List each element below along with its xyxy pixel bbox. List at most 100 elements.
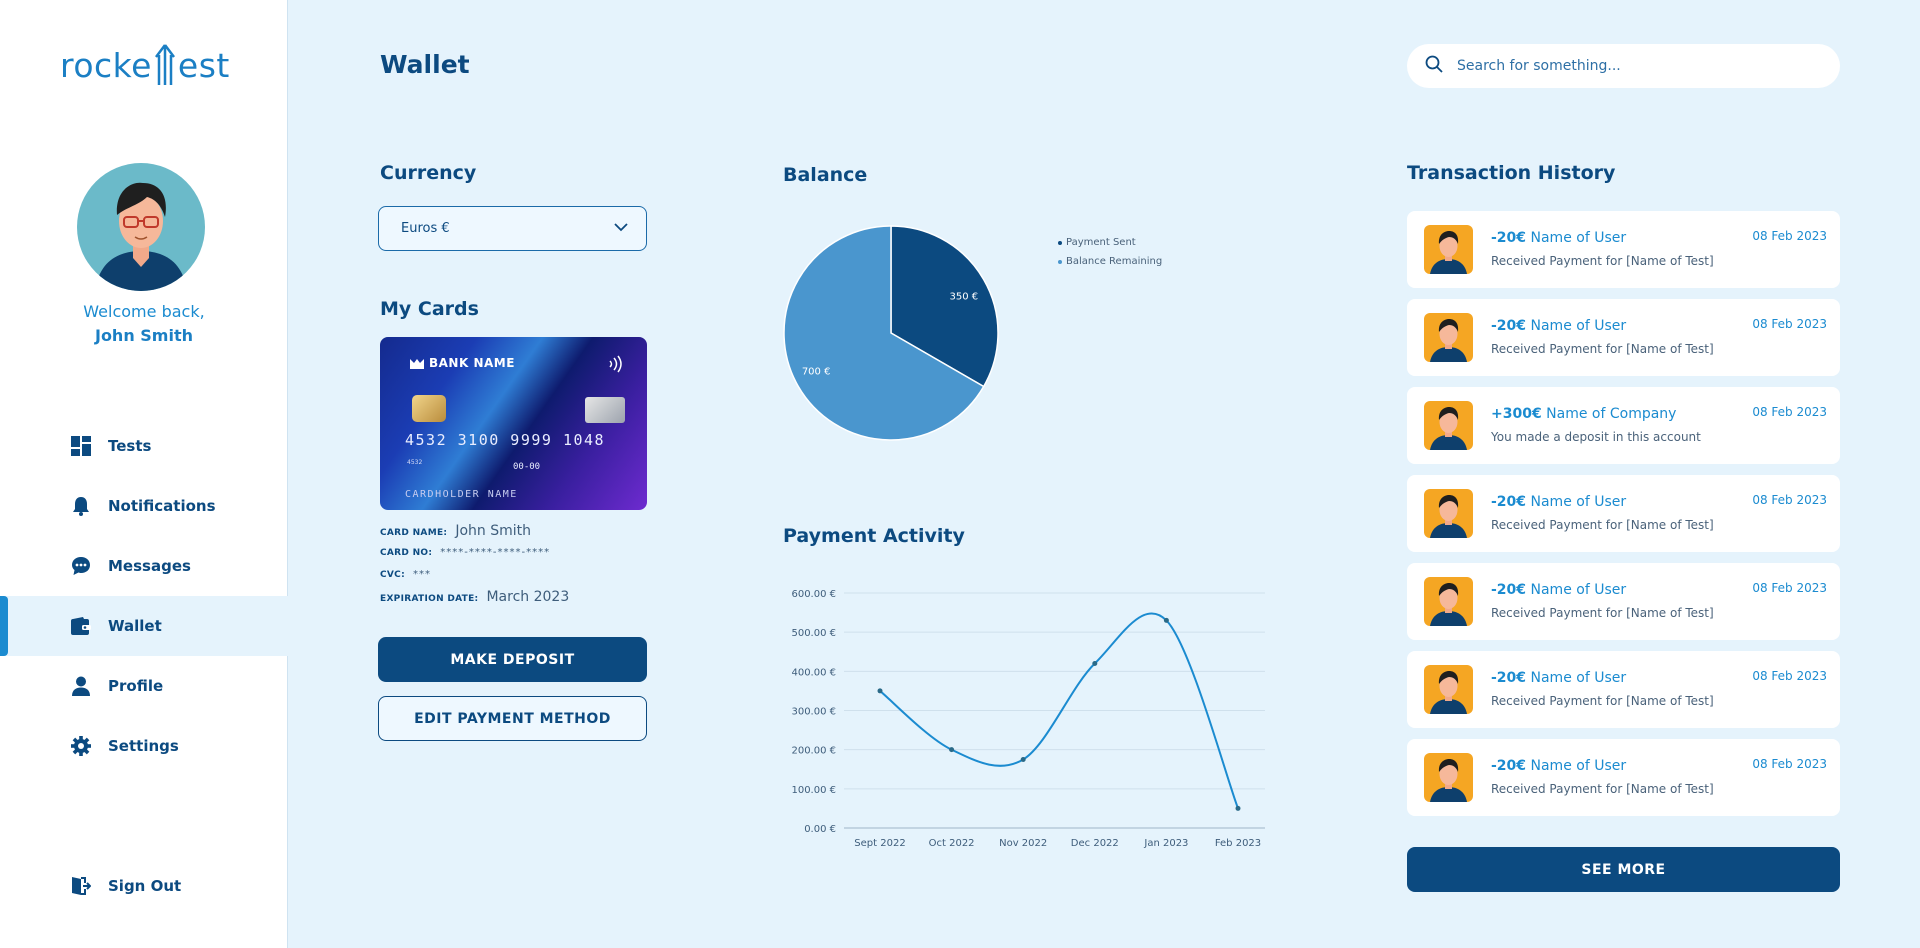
- transaction-item[interactable]: +300€ Name of Company You made a deposit …: [1407, 387, 1840, 464]
- x-tick-label: Oct 2022: [929, 838, 975, 849]
- transaction-amount: -20€: [1491, 670, 1527, 686]
- balance-pie-chart: 350 € 700 €: [783, 225, 999, 441]
- currency-title: Currency: [380, 162, 477, 184]
- search-bar[interactable]: [1407, 44, 1840, 88]
- transaction-avatar: [1424, 225, 1473, 274]
- see-more-button[interactable]: SEE MORE: [1407, 847, 1840, 892]
- card-number-value: ****-****-****-****: [440, 547, 551, 558]
- person-avatar-icon: [95, 182, 187, 291]
- dashboard-icon: [70, 435, 92, 457]
- contactless-icon: [609, 355, 622, 373]
- search-icon: [1425, 55, 1443, 77]
- card-name-label: CARD NAME:: [380, 528, 448, 538]
- transaction-item[interactable]: -20€ Name of User Received Payment for [N…: [1407, 739, 1840, 816]
- transaction-description: You made a deposit in this account: [1491, 430, 1701, 444]
- transaction-party: Name of User: [1530, 582, 1627, 598]
- transaction-avatar: [1424, 577, 1473, 626]
- payment-activity-line-chart: 0.00 € 100.00 € 200.00 € 300.00 € 400.00 € 50…: [791, 589, 1265, 849]
- sidebar-item-label: Wallet: [108, 617, 162, 635]
- person-avatar-icon: [1424, 495, 1473, 538]
- transaction-party: Name of User: [1530, 318, 1627, 334]
- transaction-description: Received Payment for [Name of Test]: [1491, 782, 1714, 796]
- transaction-amount: -20€: [1491, 758, 1527, 774]
- transaction-history-title: Transaction History: [1407, 162, 1616, 184]
- card-small-number: 4532: [407, 459, 423, 466]
- data-point: [1092, 661, 1098, 666]
- transaction-date: 08 Feb 2023: [1752, 405, 1827, 419]
- data-point: [949, 747, 955, 753]
- transaction-description: Received Payment for [Name of Test]: [1491, 694, 1714, 708]
- search-input[interactable]: [1457, 58, 1797, 74]
- bell-icon: [70, 495, 92, 517]
- card-expiry-label: EXPIRATION DATE:: [380, 594, 479, 604]
- transaction-amount: -20€: [1491, 582, 1527, 598]
- chevron-down-icon: [614, 221, 628, 236]
- transaction-amount: -20€: [1491, 494, 1527, 510]
- transaction-title: -20€ Name of User: [1491, 230, 1626, 246]
- person-avatar-icon: [1424, 319, 1473, 362]
- card-cvc-value: ***: [412, 569, 431, 580]
- credit-card-image[interactable]: BANK NAME 4532 3100 9999 1048 4532 00-00…: [380, 337, 647, 510]
- currency-selected-value: Euros €: [401, 221, 450, 236]
- y-tick-label: 600.00 €: [791, 589, 836, 600]
- card-expiry-value: March 2023: [486, 589, 570, 605]
- person-avatar-icon: [1424, 231, 1473, 274]
- transaction-date: 08 Feb 2023: [1752, 493, 1827, 507]
- currency-select[interactable]: Euros €: [378, 206, 647, 251]
- transaction-date: 08 Feb 2023: [1752, 757, 1827, 771]
- transaction-item[interactable]: -20€ Name of User Received Payment for [N…: [1407, 651, 1840, 728]
- y-tick-label: 200.00 €: [791, 746, 836, 757]
- sidebar-item-label: Messages: [108, 557, 191, 575]
- y-tick-label: 300.00 €: [791, 707, 836, 718]
- transaction-item[interactable]: -20€ Name of User Received Payment for [N…: [1407, 475, 1840, 552]
- person-avatar-icon: [1424, 407, 1473, 450]
- person-avatar-icon: [1424, 759, 1473, 802]
- person-avatar-icon: [1424, 671, 1473, 714]
- sidebar-item-notifications[interactable]: Notifications: [0, 476, 288, 536]
- y-tick-label: 500.00 €: [791, 628, 836, 639]
- x-tick-label: Feb 2023: [1215, 838, 1261, 849]
- sidebar-item-tests[interactable]: Tests: [0, 416, 288, 476]
- card-name-row: CARD NAME: John Smith: [380, 523, 531, 539]
- pie-value-label: 350 €: [950, 292, 979, 303]
- sidebar-item-settings[interactable]: Settings: [0, 716, 288, 776]
- card-chip: [412, 395, 446, 422]
- balance-title: Balance: [783, 164, 868, 186]
- sign-out-button[interactable]: Sign Out: [0, 856, 288, 916]
- y-tick-label: 0.00 €: [804, 824, 836, 835]
- edit-payment-method-button[interactable]: EDIT PAYMENT METHOD: [378, 696, 647, 741]
- sidebar-item-label: Profile: [108, 677, 164, 695]
- sidebar-item-label: Settings: [108, 737, 179, 755]
- transaction-amount: +300€: [1491, 406, 1542, 422]
- gear-icon: [70, 735, 92, 757]
- make-deposit-button[interactable]: MAKE DEPOSIT: [378, 637, 647, 682]
- transaction-item[interactable]: -20€ Name of User Received Payment for [N…: [1407, 211, 1840, 288]
- data-point: [1163, 617, 1169, 623]
- sidebar-item-wallet[interactable]: Wallet: [0, 596, 288, 656]
- transaction-date: 08 Feb 2023: [1752, 229, 1827, 243]
- sidebar-item-profile[interactable]: Profile: [0, 656, 288, 716]
- bank-logo-icon: [410, 358, 424, 369]
- signout-icon: [70, 875, 92, 897]
- sidebar: rocke est Welcome back, John Smith Tests…: [0, 0, 288, 948]
- avatar[interactable]: [77, 163, 205, 291]
- card-cvc-row: CVC: ***: [380, 569, 431, 580]
- rocket-arrow-icon: [154, 44, 175, 85]
- transaction-item[interactable]: -20€ Name of User Received Payment for [N…: [1407, 563, 1840, 640]
- sidebar-item-messages[interactable]: Messages: [0, 536, 288, 596]
- logo[interactable]: rocke est: [60, 40, 230, 90]
- card-expiry-display: 00-00: [513, 462, 541, 472]
- transaction-item[interactable]: -20€ Name of User Received Payment for [N…: [1407, 299, 1840, 376]
- transaction-title: -20€ Name of User: [1491, 582, 1626, 598]
- world-map-icon: [585, 397, 625, 423]
- card-expiry-row: EXPIRATION DATE: March 2023: [380, 589, 569, 605]
- transaction-date: 08 Feb 2023: [1752, 669, 1827, 683]
- transaction-description: Received Payment for [Name of Test]: [1491, 342, 1714, 356]
- card-number-label: CARD NO:: [380, 548, 433, 558]
- transaction-party: Name of User: [1530, 758, 1627, 774]
- data-point: [877, 688, 883, 694]
- y-tick-label: 100.00 €: [791, 785, 836, 796]
- logo-text-right: est: [177, 45, 230, 85]
- transaction-amount: -20€: [1491, 230, 1527, 246]
- y-tick-label: 400.00 €: [791, 667, 836, 678]
